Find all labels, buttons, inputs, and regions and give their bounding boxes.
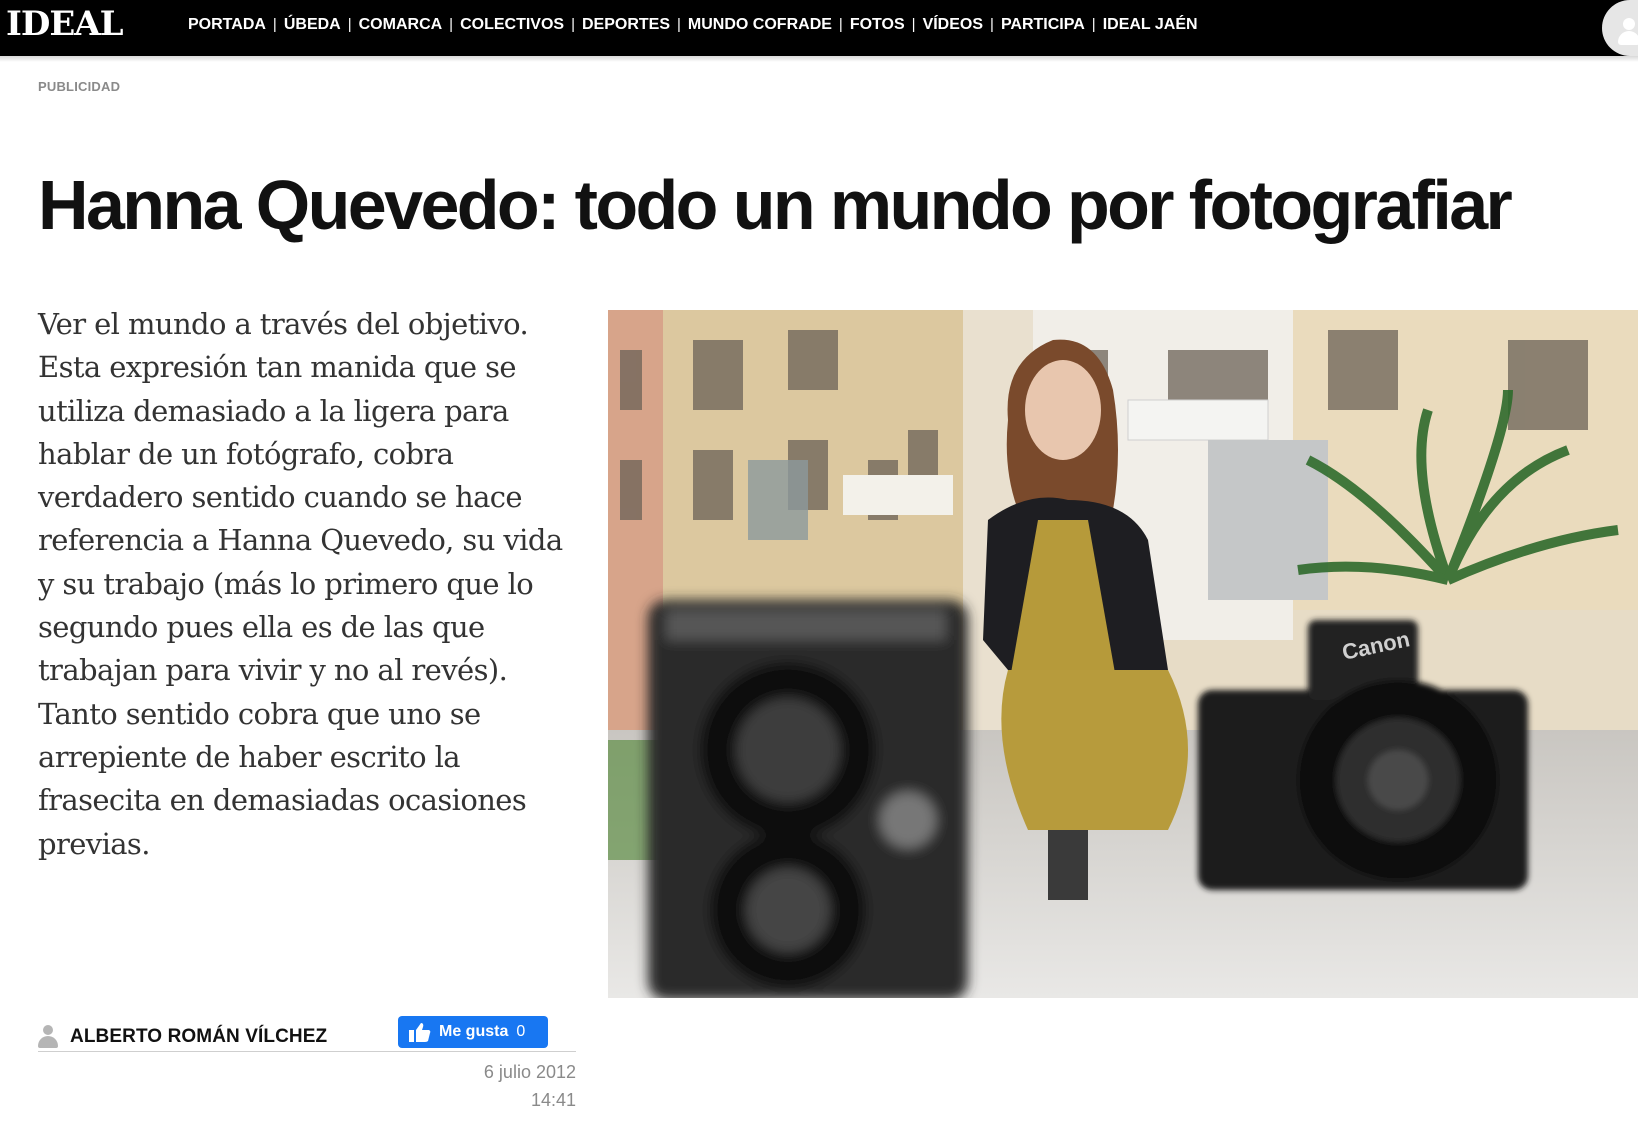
advertising-label: PUBLICIDAD: [38, 79, 121, 94]
author-icon-body: [38, 1036, 58, 1048]
like-count: 0: [516, 1023, 526, 1040]
nav-item-comarca[interactable]: COMARCA: [359, 15, 443, 35]
user-icon-head: [1623, 18, 1635, 30]
nav-separator: |: [272, 16, 277, 33]
main-nav: PORTADA | ÚBEDA | COMARCA | COLECTIVOS |…: [188, 14, 1198, 36]
site-logo[interactable]: IDEAL: [6, 2, 124, 46]
nav-separator: |: [1091, 16, 1096, 33]
lead-line: hablar de un fotógrafo, cobra: [38, 436, 454, 471]
lead-line: referencia a Hanna Quevedo, su vida: [38, 523, 563, 558]
nav-separator: |: [911, 16, 916, 33]
article-lead: Ver el mundo a través del objetivo. Esta…: [38, 303, 578, 866]
facebook-like-button[interactable]: Me gusta 0: [398, 1016, 548, 1048]
lead-line: previas.: [38, 826, 150, 861]
top-navigation-bar: IDEAL PORTADA | ÚBEDA | COMARCA | COLECT…: [0, 0, 1638, 56]
user-silhouette-icon: [1618, 18, 1638, 48]
nav-separator: |: [990, 16, 994, 33]
publication-date: 6 julio 2012: [483, 1062, 576, 1082]
lead-line: frasecita en demasiadas ocasiones: [38, 783, 527, 818]
byline-divider: [38, 1051, 576, 1052]
nav-item-colectivos[interactable]: COLECTIVOS: [460, 15, 564, 35]
nav-item-portada[interactable]: PORTADA: [188, 15, 266, 35]
thumbs-up-icon: [409, 1023, 431, 1042]
lead-line: Ver el mundo a través del objetivo.: [38, 307, 529, 341]
nav-separator: |: [347, 16, 352, 33]
nav-separator: |: [838, 16, 843, 33]
nav-separator: |: [571, 16, 575, 33]
nav-separator: |: [677, 16, 681, 33]
like-label: Me gusta: [439, 1023, 509, 1040]
photo-illustration: Canon: [608, 310, 1638, 998]
nav-item-fotos[interactable]: FOTOS: [850, 15, 905, 35]
nav-item-participa[interactable]: PARTICIPA: [1001, 15, 1085, 35]
article-photo[interactable]: Canon: [608, 310, 1638, 998]
lead-line: y su trabajo (más lo primero que lo: [38, 566, 534, 601]
topbar-shadow: [0, 56, 1638, 62]
nav-item-deportes[interactable]: DEPORTES: [582, 15, 670, 35]
publication-time: 14:41: [530, 1090, 576, 1110]
author-name-link[interactable]: ALBERTO ROMÁN VÍLCHEZ: [70, 1026, 327, 1048]
user-icon-body: [1618, 31, 1638, 45]
lead-line: Tanto sentido cobra que uno se: [38, 696, 481, 731]
nav-separator: |: [449, 16, 454, 33]
lead-line: trabajan para vivir y no al revés).: [38, 653, 508, 688]
lead-line: utiliza demasiado a la ligera para: [38, 393, 509, 428]
lead-line: Esta expresión tan manida que se: [38, 350, 517, 385]
article-title: Hanna Quevedo: todo un mundo por fotogra…: [38, 166, 1513, 244]
lead-line: segundo pues ella es de las que: [38, 610, 485, 645]
lead-line: verdadero sentido cuando se hace: [38, 480, 523, 515]
author-silhouette-icon: [38, 1025, 58, 1049]
nav-item-videos[interactable]: VÍDEOS: [923, 15, 983, 35]
nav-item-ubeda[interactable]: ÚBEDA: [284, 15, 341, 35]
user-account-button[interactable]: [1602, 0, 1638, 56]
publication-datetime: 6 julio 2012 14:41: [400, 1058, 576, 1114]
author-icon-head: [43, 1025, 53, 1035]
nav-item-mundo-cofrade[interactable]: MUNDO COFRADE: [688, 15, 832, 35]
lead-line: arrepiente de haber escrito la: [38, 739, 461, 774]
nav-item-ideal-jaen[interactable]: IDEAL JAÉN: [1103, 15, 1198, 35]
